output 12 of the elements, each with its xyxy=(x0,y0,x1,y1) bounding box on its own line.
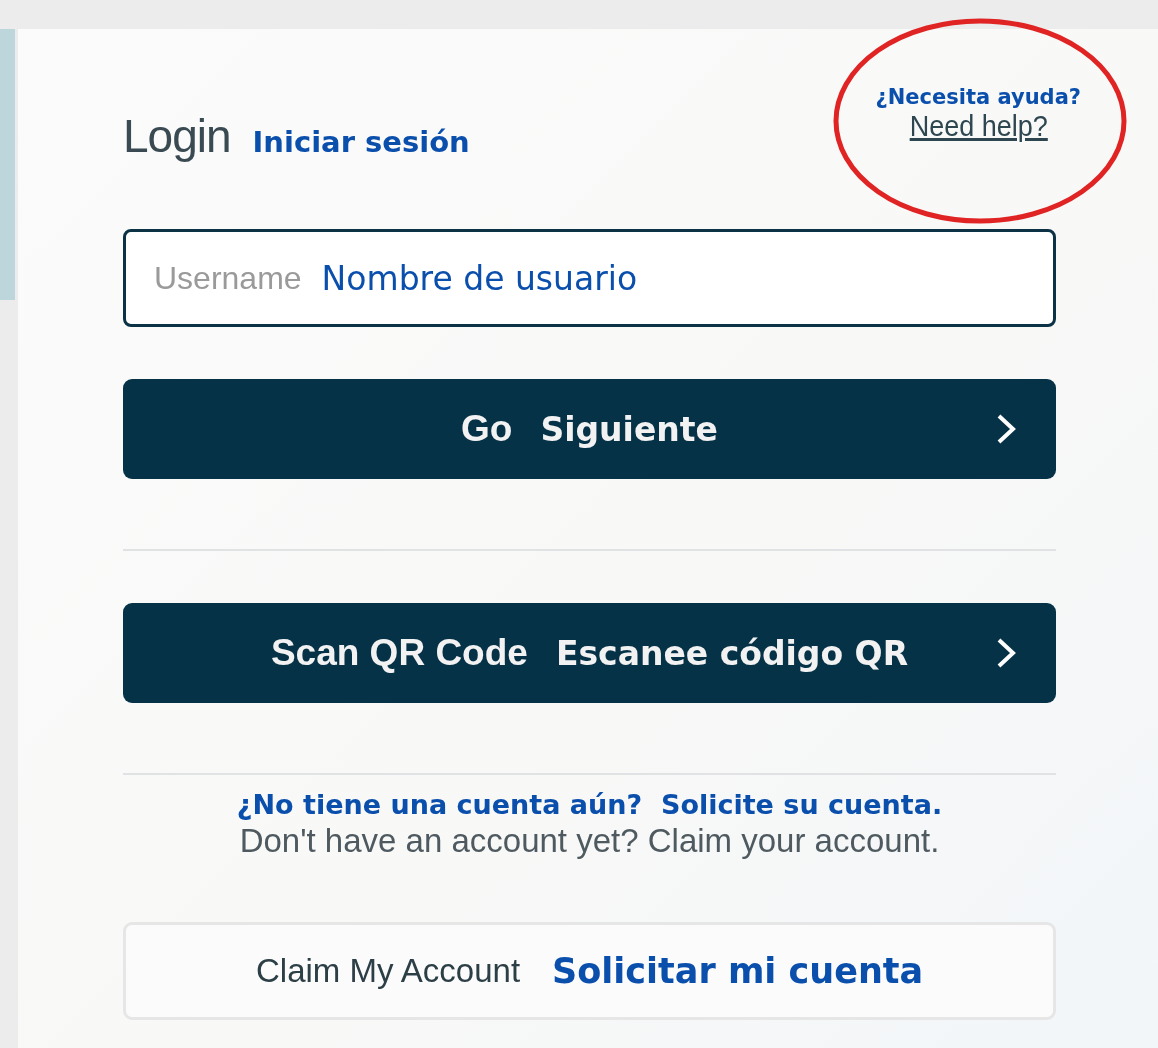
login-title: Login xyxy=(123,109,231,163)
help-question: ¿Necesita ayuda? xyxy=(875,85,1081,109)
go-button[interactable]: Go Siguiente xyxy=(123,379,1056,479)
username-placeholder-translation: Nombre de usuario xyxy=(321,258,638,298)
need-help-link[interactable]: Need help? xyxy=(909,109,1048,143)
username-field[interactable]: Username Nombre de usuario xyxy=(123,229,1056,327)
scan-qr-button[interactable]: Scan QR Code Escanee código QR xyxy=(123,603,1056,703)
login-title-translation: Iniciar sesión xyxy=(252,125,470,159)
signup-question: ¿No tiene una cuenta aún? Solicite su cuenta. xyxy=(236,789,943,820)
claim-account-button[interactable]: Claim My Account Solicitar mi cuenta xyxy=(123,922,1056,1020)
username-placeholder: Username xyxy=(154,259,302,297)
signup-text: Don't have an account yet? Claim your account. xyxy=(239,822,940,860)
